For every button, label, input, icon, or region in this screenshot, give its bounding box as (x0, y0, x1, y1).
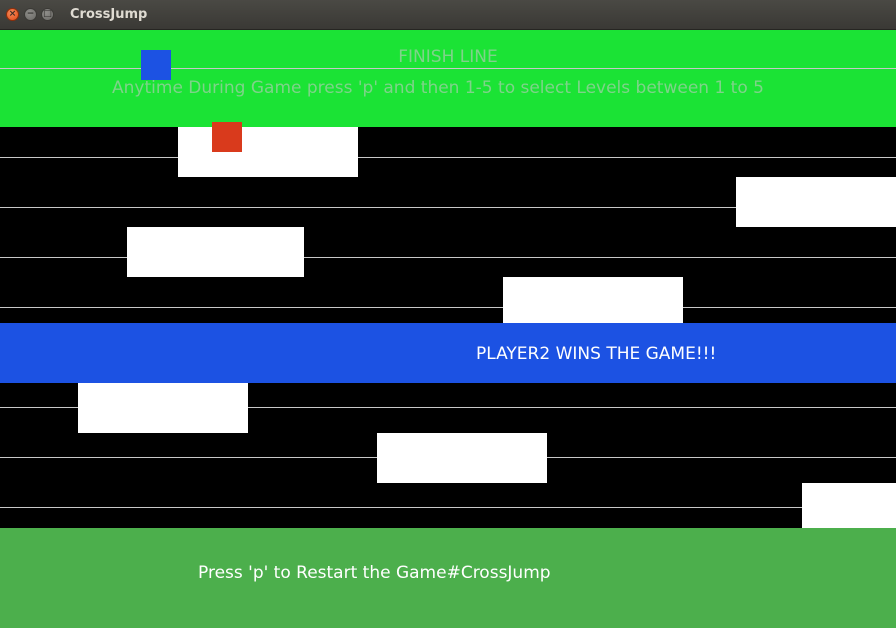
obstacle-block (178, 127, 358, 177)
lane-line (0, 307, 896, 308)
start-zone: Press 'p' to Restart the Game#CrossJump (0, 528, 896, 628)
player1-square (141, 50, 171, 80)
minimize-icon: − (26, 9, 35, 19)
obstacle-block (736, 177, 896, 227)
obstacle-block (377, 433, 547, 483)
maximize-icon: □ (43, 9, 52, 19)
maximize-button[interactable]: □ (41, 8, 54, 21)
window-titlebar[interactable]: × − □ CrossJump (0, 0, 896, 30)
minimize-button[interactable]: − (24, 8, 37, 21)
finish-line-label: FINISH LINE (398, 47, 498, 67)
win-message: PLAYER2 WINS THE GAME!!! (476, 344, 717, 364)
obstacle-block (127, 227, 304, 277)
obstacle-block (78, 383, 248, 433)
player2-square (212, 122, 242, 152)
close-button[interactable]: × (6, 8, 19, 21)
window-title: CrossJump (70, 7, 148, 22)
obstacle-block (503, 277, 683, 323)
lane-line (0, 157, 896, 158)
close-icon: × (8, 9, 17, 19)
restart-message: Press 'p' to Restart the Game#CrossJump (198, 563, 551, 583)
finish-zone: FINISH LINE Anytime During Game press 'p… (0, 30, 896, 127)
lane-line (0, 507, 896, 508)
win-banner: PLAYER2 WINS THE GAME!!! (0, 323, 896, 383)
level-select-instruction: Anytime During Game press 'p' and then 1… (112, 78, 764, 98)
game-canvas[interactable]: FINISH LINE Anytime During Game press 'p… (0, 30, 896, 628)
obstacle-block (802, 483, 896, 528)
lane-line (0, 68, 896, 69)
